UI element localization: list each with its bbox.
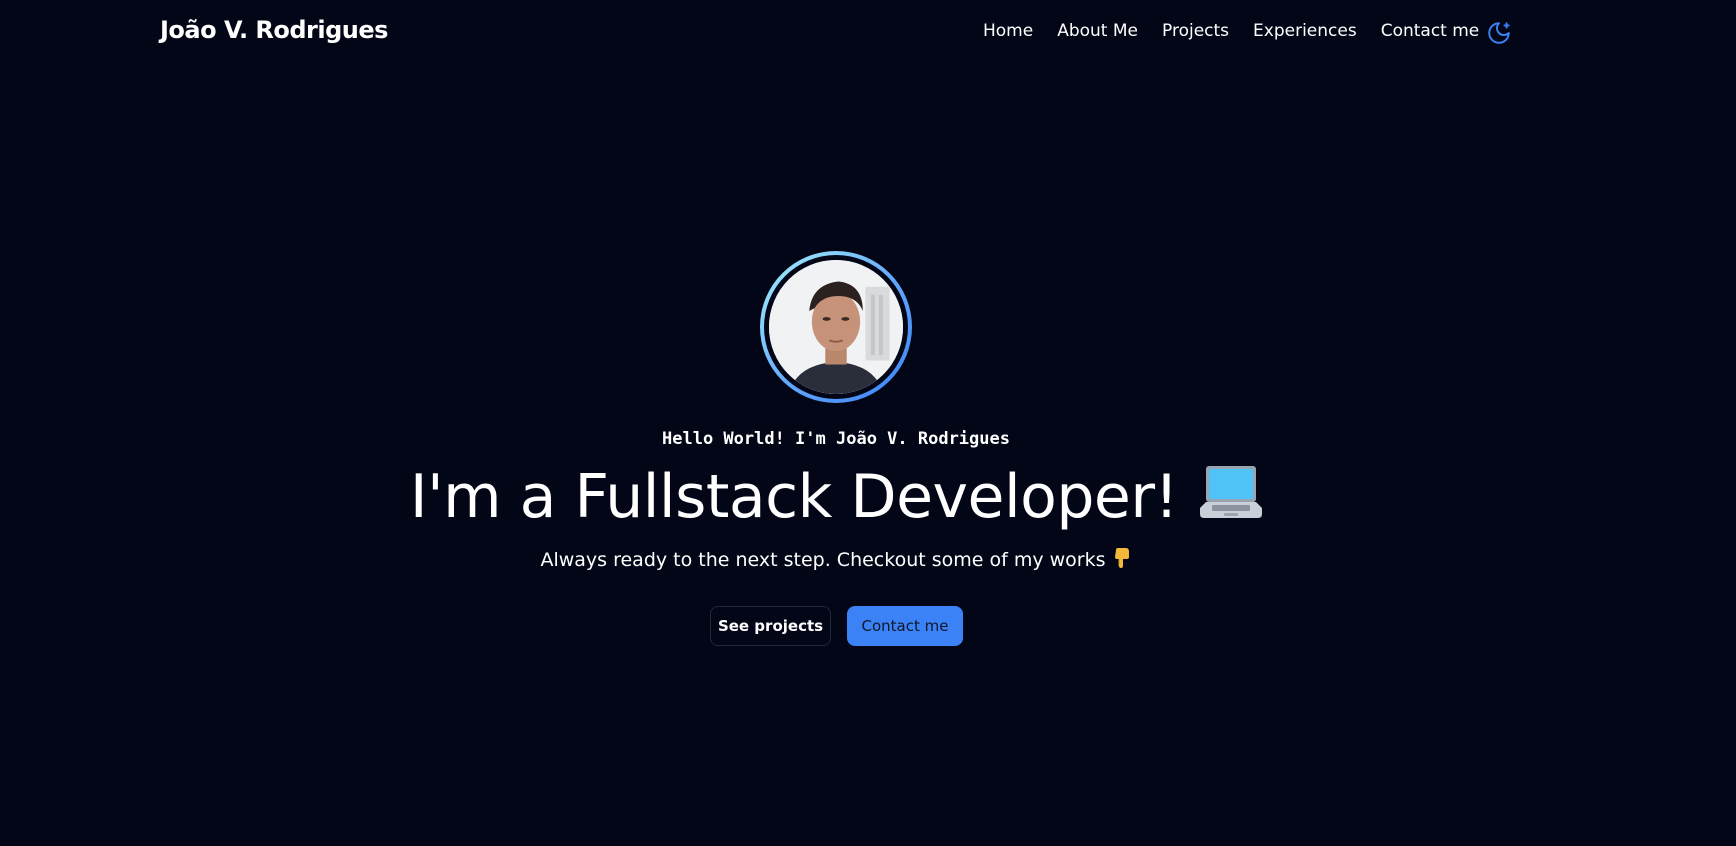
hero-headline-text: I'm a Fullstack Developer! [409, 462, 1179, 532]
theme-toggle-button[interactable] [1485, 19, 1513, 47]
see-projects-button[interactable]: See projects [710, 606, 831, 646]
nav-home-link[interactable]: Home [983, 21, 1033, 41]
profile-photo [769, 260, 903, 394]
contact-me-button[interactable]: Contact me [847, 606, 963, 646]
avatar-ring [760, 251, 912, 403]
nav-experiences-link[interactable]: Experiences [1253, 21, 1357, 41]
hero-subline: Always ready to the next step. Checkout … [0, 547, 1672, 574]
nav-about-link[interactable]: About Me [1057, 21, 1138, 41]
main-nav: Home About Me Projects Experiences Conta… [983, 21, 1503, 41]
moon-stars-icon [1488, 22, 1510, 44]
avatar [769, 260, 903, 394]
page: João V. Rodrigues Home About Me Projects… [0, 0, 1736, 846]
hero-subline-text: Always ready to the next step. Checkout … [540, 549, 1106, 571]
site-header: João V. Rodrigues Home About Me Projects… [0, 0, 1736, 66]
pointing-down-hand-icon [1112, 547, 1132, 574]
hero-greeting: Hello World! I'm João V. Rodrigues [662, 429, 1010, 449]
hero-headline: I'm a Fullstack Developer! [0, 462, 1672, 537]
nav-projects-link[interactable]: Projects [1162, 21, 1229, 41]
laptop-icon [1200, 464, 1263, 537]
nav-contact-link[interactable]: Contact me [1381, 21, 1480, 41]
brand-logo[interactable]: João V. Rodrigues [160, 16, 388, 44]
